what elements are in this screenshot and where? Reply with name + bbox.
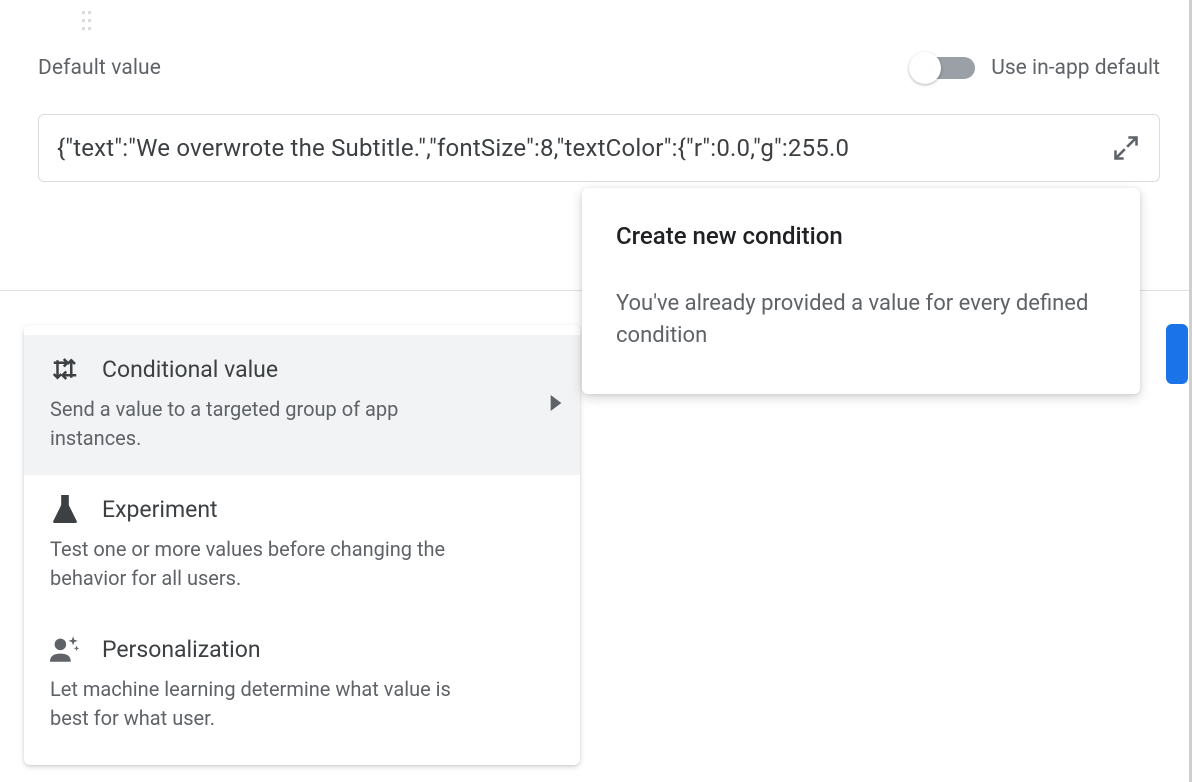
- menu-item-title: Personalization: [102, 636, 261, 663]
- value-type-menu: Conditional value Send a value to a targ…: [24, 325, 580, 765]
- default-value-input[interactable]: {"text":"We overwrote the Subtitle.","fo…: [57, 134, 1097, 162]
- drag-handle-icon[interactable]: [82, 8, 92, 32]
- menu-item-personalization[interactable]: Personalization Let machine learning det…: [24, 615, 580, 755]
- conditional-value-icon: [50, 355, 80, 383]
- default-value-label: Default value: [38, 56, 161, 80]
- toggle-knob: [909, 52, 941, 84]
- submenu-chevron-icon: [550, 395, 562, 415]
- menu-item-description: Test one or more values before changing …: [50, 535, 480, 593]
- expand-button[interactable]: [1109, 131, 1143, 165]
- use-in-app-default-label: Use in-app default: [991, 56, 1160, 80]
- add-button-peek[interactable]: [1166, 324, 1188, 384]
- use-in-app-default-toggle[interactable]: [913, 57, 975, 79]
- menu-item-title: Experiment: [102, 496, 218, 523]
- menu-item-title: Conditional value: [102, 356, 278, 383]
- personalization-icon: [50, 635, 80, 663]
- menu-item-description: Send a value to a targeted group of app …: [50, 395, 480, 453]
- menu-item-conditional-value[interactable]: Conditional value Send a value to a targ…: [24, 335, 580, 475]
- expand-icon: [1112, 134, 1140, 162]
- menu-item-description: Let machine learning determine what valu…: [50, 675, 480, 733]
- popover-title: Create new condition: [616, 222, 1106, 250]
- popover-body: You've already provided a value for ever…: [616, 288, 1106, 352]
- experiment-icon: [50, 495, 80, 523]
- default-value-input-wrap[interactable]: {"text":"We overwrote the Subtitle.","fo…: [38, 114, 1160, 182]
- create-condition-popover: Create new condition You've already prov…: [582, 188, 1140, 394]
- menu-item-experiment[interactable]: Experiment Test one or more values befor…: [24, 475, 580, 615]
